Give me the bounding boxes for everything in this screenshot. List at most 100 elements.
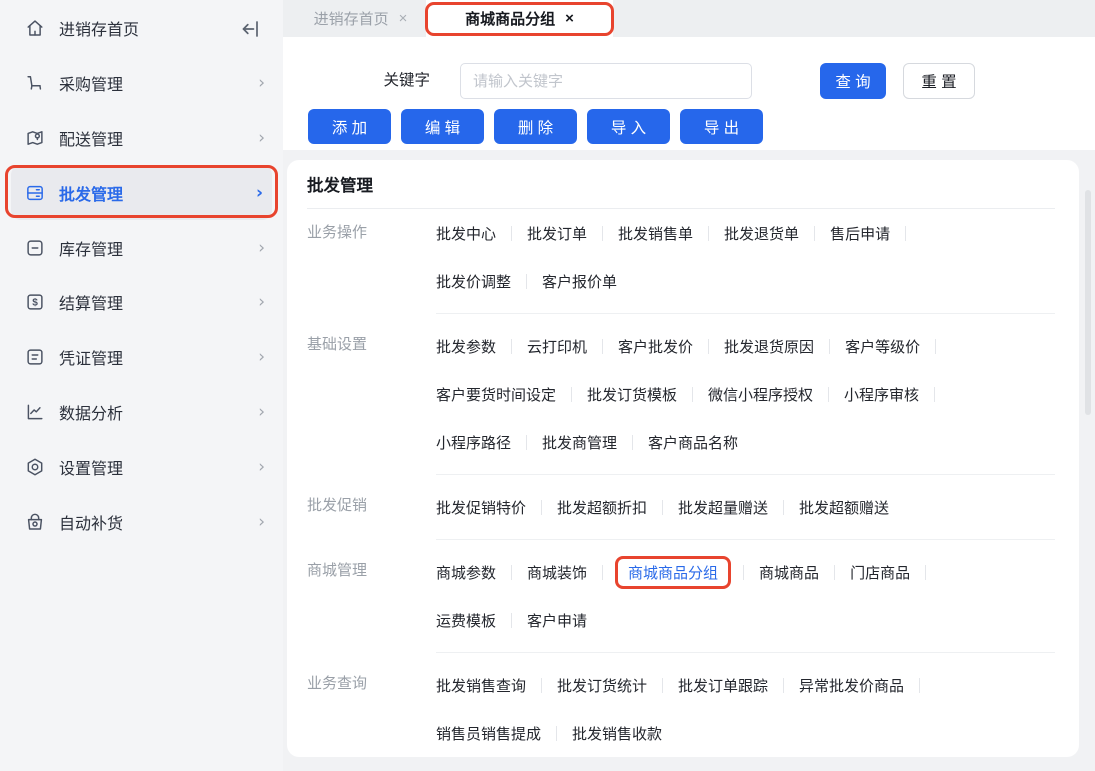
chevron-right-icon: › <box>258 401 265 422</box>
edit-button[interactable]: 编 辑 <box>401 109 484 144</box>
menu-link[interactable]: 售后申请 <box>830 223 890 244</box>
section-business-query: 业务查询 批发销售查询 批发订货统计 批发订单跟踪 异常批发价商品 销售员销售提… <box>307 652 1055 757</box>
menu-link[interactable]: 微信小程序授权 <box>708 384 813 405</box>
keyword-label: 关键字 <box>383 72 430 89</box>
sidebar-item-label: 采购管理 <box>59 77 124 95</box>
sidebar-item-analytics[interactable]: 数据分析 › <box>0 385 283 440</box>
tab-home[interactable]: 进销存首页 × <box>295 0 426 37</box>
menu-link[interactable]: 运费模板 <box>436 610 496 631</box>
link-row: 批发中心 批发订单 批发销售单 批发退货单 售后申请 <box>436 209 1055 257</box>
sidebar-item-label: 凭证管理 <box>59 351 124 369</box>
separator <box>935 338 937 354</box>
menu-link[interactable]: 批发超量赠送 <box>678 497 768 518</box>
sidebar-item-label: 进销存首页 <box>59 22 140 40</box>
separator <box>925 564 927 580</box>
menu-link[interactable]: 批发参数 <box>436 336 496 357</box>
wholesale-icon <box>24 182 46 204</box>
sidebar-item-wholesale[interactable]: 批发管理 › <box>11 165 272 221</box>
export-button[interactable]: 导 出 <box>680 109 763 144</box>
menu-link[interactable]: 批发销售查询 <box>436 675 526 696</box>
separator <box>541 677 543 693</box>
section-mall-management: 商城管理 商城参数 商城装饰 商城商品分组 商城商品 门店商品 运费模板 客户申… <box>307 539 1055 644</box>
menu-link[interactable]: 批发商管理 <box>542 432 617 453</box>
sidebar-item-settlement[interactable]: $ 结算管理 › <box>0 275 283 330</box>
reset-button[interactable]: 重 置 <box>903 63 975 99</box>
separator <box>526 434 528 450</box>
link-row: 批发促销特价 批发超额折扣 批发超量赠送 批发超额赠送 <box>436 483 1055 531</box>
menu-link[interactable]: 批发销售单 <box>618 223 693 244</box>
separator <box>511 564 513 580</box>
sidebar-item-replenish[interactable]: 自动补货 › <box>0 494 283 549</box>
menu-link[interactable]: 异常批发价商品 <box>799 675 904 696</box>
menu-link[interactable]: 批发价调整 <box>436 271 511 292</box>
menu-link[interactable]: 批发订单 <box>527 223 587 244</box>
separator <box>814 225 816 241</box>
sidebar-item-inventory[interactable]: 库存管理 › <box>0 220 283 275</box>
menu-link[interactable]: 批发促销特价 <box>436 497 526 518</box>
sidebar: 进销存首页 采购管理 › 配送管理 › 批发管理 › 库存管理 › $ 结算管理… <box>0 0 283 771</box>
tab-label: 商城商品分组 <box>465 11 556 28</box>
link-row: 运费模板 客户申请 <box>436 596 1055 644</box>
separator <box>919 677 921 693</box>
section-basic-settings: 基础设置 批发参数 云打印机 客户批发价 批发退货原因 客户等级价 客户要货时间… <box>307 313 1055 466</box>
scrollbar-thumb[interactable] <box>1085 190 1091 415</box>
menu-link[interactable]: 小程序路径 <box>436 432 511 453</box>
import-button[interactable]: 导 入 <box>587 109 670 144</box>
separator <box>556 725 558 741</box>
menu-link[interactable]: 批发退货单 <box>724 223 799 244</box>
add-button[interactable]: 添 加 <box>308 109 391 144</box>
separator <box>511 612 513 628</box>
sidebar-item-delivery[interactable]: 配送管理 › <box>0 111 283 166</box>
sidebar-item-label: 自动补货 <box>59 515 124 533</box>
sidebar-item-settings[interactable]: 设置管理 › <box>0 439 283 494</box>
delete-button[interactable]: 删 除 <box>494 109 577 144</box>
keyword-input[interactable] <box>460 63 752 99</box>
menu-link[interactable]: 批发订货模板 <box>587 384 677 405</box>
sidebar-item-label: 配送管理 <box>59 131 124 149</box>
menu-link[interactable]: 小程序审核 <box>844 384 919 405</box>
settlement-icon: $ <box>24 291 46 313</box>
sidebar-item-home[interactable]: 进销存首页 <box>0 1 283 56</box>
menu-link[interactable]: 批发超额折扣 <box>557 497 647 518</box>
menu-link[interactable]: 批发订单跟踪 <box>678 675 768 696</box>
section-business-ops: 业务操作 批发中心 批发订单 批发销售单 批发退货单 售后申请 批发价调整 客户… <box>307 209 1055 305</box>
menu-link[interactable]: 批发退货原因 <box>724 336 814 357</box>
bag-icon <box>24 511 46 533</box>
menu-link[interactable]: 客户申请 <box>527 610 587 631</box>
menu-link[interactable]: 商城商品 <box>759 562 819 583</box>
section-wholesale-promo: 批发促销 批发促销特价 批发超额折扣 批发超量赠送 批发超额赠送 <box>307 474 1055 531</box>
separator <box>602 338 604 354</box>
collapse-sidebar-icon[interactable] <box>239 17 263 41</box>
menu-link[interactable]: 门店商品 <box>850 562 910 583</box>
sidebar-item-voucher[interactable]: 凭证管理 › <box>0 330 283 385</box>
menu-link[interactable]: 客户等级价 <box>845 336 920 357</box>
separator <box>708 225 710 241</box>
menu-link-mall-product-group[interactable]: 商城商品分组 <box>628 562 718 583</box>
separator <box>708 338 710 354</box>
menu-link[interactable]: 批发中心 <box>436 223 496 244</box>
menu-link[interactable]: 云打印机 <box>527 336 587 357</box>
menu-link[interactable]: 批发销售收款 <box>572 723 662 744</box>
close-icon[interactable]: × <box>565 10 574 27</box>
tab-mall-product-group[interactable]: 商城商品分组 × <box>426 0 613 37</box>
sidebar-item-label: 数据分析 <box>59 405 124 423</box>
query-button[interactable]: 查 询 <box>820 63 886 99</box>
menu-link[interactable]: 客户批发价 <box>618 336 693 357</box>
separator <box>834 564 836 580</box>
separator <box>829 338 831 354</box>
menu-link[interactable]: 客户要货时间设定 <box>436 384 556 405</box>
inventory-icon <box>24 237 46 259</box>
chevron-right-icon: › <box>258 456 265 477</box>
separator <box>571 386 573 402</box>
menu-link[interactable]: 商城装饰 <box>527 562 587 583</box>
menu-link[interactable]: 批发订货统计 <box>557 675 647 696</box>
menu-link[interactable]: 客户报价单 <box>542 271 617 292</box>
close-icon[interactable]: × <box>399 10 408 27</box>
menu-link[interactable]: 商城参数 <box>436 562 496 583</box>
section-label: 基础设置 <box>307 336 368 353</box>
sidebar-item-purchase[interactable]: 采购管理 › <box>0 56 283 111</box>
map-icon <box>24 127 46 149</box>
menu-link[interactable]: 客户商品名称 <box>648 432 738 453</box>
menu-link[interactable]: 批发超额赠送 <box>799 497 889 518</box>
menu-link[interactable]: 销售员销售提成 <box>436 723 541 744</box>
